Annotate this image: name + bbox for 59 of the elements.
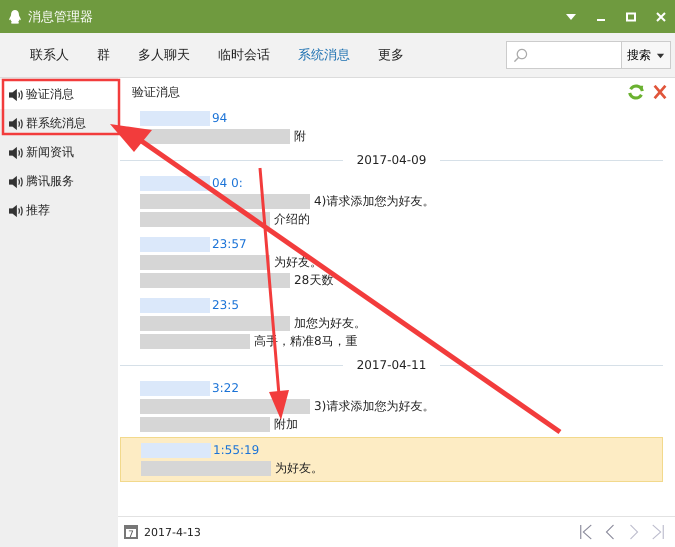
message-time: 23:57 [212, 237, 247, 251]
sidebar-item[interactable]: 推荐 [0, 196, 118, 225]
caret-icon [656, 50, 665, 60]
window-title: 消息管理器 [28, 8, 93, 26]
sidebar-item[interactable]: 新闻资讯 [0, 138, 118, 167]
message-text: 28天数 [294, 272, 334, 288]
date-separator: 2017-04-09 [356, 153, 426, 167]
message-text: 介绍的 [274, 210, 310, 228]
refresh-icon[interactable] [627, 83, 645, 101]
tab[interactable]: 更多 [366, 42, 416, 68]
message-item[interactable]: 3:22 3)请求添加您为好友。 附加 [120, 376, 663, 437]
message-item[interactable]: 23:57 为好友。 28天数 [120, 232, 663, 293]
message-time: 1:55:19 [213, 443, 260, 457]
speaker-icon [8, 116, 24, 130]
sidebar-item[interactable]: 验证消息 [0, 80, 118, 109]
redacted-block [140, 380, 210, 396]
message-text: 为好友。 [275, 460, 323, 476]
message-text: 加您为好友。 [294, 314, 366, 332]
message-text: 为好友。 [274, 254, 322, 270]
speaker-icon [8, 174, 24, 188]
message-time: 94 [212, 111, 228, 125]
message-text: 附加 [274, 416, 298, 432]
message-item[interactable]: 1:55:19 为好友。 [120, 437, 663, 482]
close-icon[interactable] [655, 10, 667, 22]
calendar-icon[interactable]: 7 [124, 525, 138, 539]
search-icon [513, 48, 528, 62]
date-separator: 2017-04-11 [356, 358, 426, 372]
previous-page-icon[interactable] [603, 523, 617, 541]
panel-title: 验证消息 [132, 84, 180, 100]
next-page-icon[interactable] [627, 523, 641, 541]
footer-date: 2017-4-13 [144, 526, 201, 538]
redacted-block [140, 236, 210, 252]
last-page-icon[interactable] [651, 523, 665, 541]
sidebar-item[interactable]: 群系统消息 [0, 109, 118, 138]
tab[interactable]: 联系人 [18, 42, 81, 68]
message-time: 23:5 [212, 298, 239, 312]
penguin-icon [8, 8, 22, 24]
message-item[interactable]: 04 0: 4)请求添加您为好友。 介绍的 [120, 171, 663, 232]
redacted-block [141, 442, 211, 458]
tab[interactable]: 多人聊天 [126, 42, 202, 68]
message-text: 3)请求添加您为好友。 [314, 398, 434, 414]
first-page-icon[interactable] [579, 523, 593, 541]
message-text: 4)请求添加您为好友。 [314, 192, 434, 210]
search-button[interactable]: 搜索 [622, 42, 670, 68]
tab[interactable]: 系统消息 [286, 42, 362, 68]
redacted-block [140, 298, 210, 312]
delete-icon[interactable] [651, 83, 669, 101]
tab[interactable]: 群 [85, 42, 122, 68]
speaker-icon [8, 204, 24, 218]
sidebar-item[interactable]: 腾讯服务 [0, 167, 118, 196]
tab[interactable]: 临时会话 [206, 42, 282, 68]
message-time: 04 0: [212, 176, 243, 190]
message-text: 附 [294, 128, 306, 144]
message-time: 3:22 [212, 381, 239, 395]
redacted-block [140, 110, 210, 126]
message-item[interactable]: 94 附 [120, 106, 663, 149]
speaker-icon [8, 88, 24, 102]
speaker-icon [8, 146, 24, 160]
maximize-icon[interactable] [625, 10, 637, 22]
